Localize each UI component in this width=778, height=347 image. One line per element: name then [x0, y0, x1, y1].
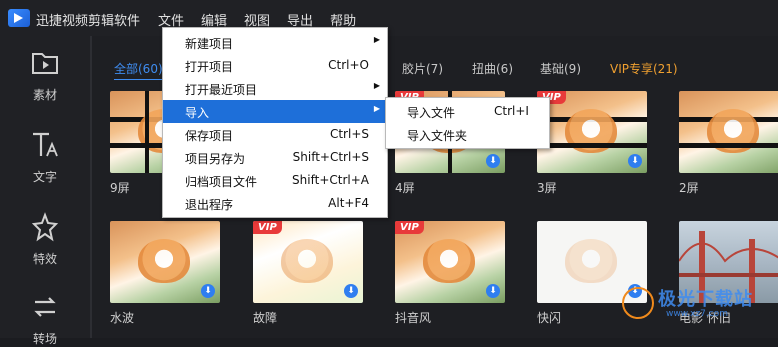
cat-image	[565, 239, 617, 283]
download-icon[interactable]: ⬇	[486, 154, 500, 168]
sidebar-label-transitions: 转场	[32, 332, 57, 346]
menu-item-label: 导入	[185, 106, 210, 120]
submenu-arrow-icon: ▶	[373, 35, 380, 44]
menu-item-label: 新建项目	[185, 37, 234, 51]
watermark-url: www.xz7.com	[666, 309, 728, 319]
tab-all[interactable]: 全部(60)	[114, 60, 163, 80]
menu-item-exit[interactable]: 退出程序 Alt+F4	[163, 192, 387, 215]
sidebar-label-media: 素材	[32, 88, 57, 102]
menu-item-save-as[interactable]: 项目另存为 Shift+Ctrl+S	[163, 146, 387, 169]
menu-item-open-recent[interactable]: 打开最近项目 ▶	[163, 77, 387, 100]
effect-thumbnail: ⬇	[110, 221, 220, 303]
sidebar-item-media[interactable]: 素材	[0, 48, 90, 103]
menu-item-shortcut: Shift+Ctrl+S	[292, 150, 369, 164]
tab-distort[interactable]: 扭曲(6)	[472, 60, 513, 77]
vip-badge: VIP	[395, 221, 424, 234]
menu-item-archive[interactable]: 归档项目文件 Shift+Ctrl+A	[163, 169, 387, 192]
sidebar-label-text: 文字	[32, 170, 57, 184]
submenu-item-shortcut: Ctrl+I	[494, 104, 529, 118]
effect-card-tiktok[interactable]: VIP ⬇ 抖音风	[395, 221, 505, 326]
cat-image	[281, 239, 333, 283]
effect-thumbnail: VIP ⬇	[253, 221, 363, 303]
watermark-logo-icon	[622, 287, 654, 319]
effect-label: 4屏	[395, 181, 415, 195]
submenu-arrow-icon: ▶	[373, 81, 380, 90]
menu-item-shortcut: Shift+Ctrl+A	[292, 173, 369, 187]
sidebar-item-text[interactable]: 文字	[0, 130, 90, 185]
submenu-item-import-folder[interactable]: 导入文件夹	[386, 122, 549, 145]
menu-item-label: 打开项目	[185, 60, 234, 74]
transition-icon	[34, 297, 56, 317]
file-menu-dropdown: 新建项目 ▶ 打开项目 Ctrl+O 打开最近项目 ▶ 导入 ▶ 保存项目 Ct…	[162, 27, 388, 218]
effect-card-ripple[interactable]: ⬇ 水波	[110, 221, 220, 326]
menu-item-new-project[interactable]: 新建项目 ▶	[163, 31, 387, 54]
sidebar-item-transitions[interactable]: 转场	[0, 292, 90, 347]
submenu-arrow-icon: ▶	[373, 104, 380, 113]
sidebar: 素材 文字 特效 转场	[0, 36, 90, 346]
effect-card-glitch[interactable]: VIP ⬇ 故障	[253, 221, 363, 326]
menu-item-label: 归档项目文件	[185, 175, 258, 189]
effect-label: 抖音风	[395, 311, 432, 325]
menu-item-shortcut: Ctrl+S	[329, 127, 369, 141]
menu-item-label: 退出程序	[185, 198, 234, 212]
watermark-text: 极光下载站	[658, 289, 753, 310]
effect-label: 水波	[110, 311, 135, 325]
effect-card-3screen[interactable]: VIP ⬇ 3屏	[537, 91, 647, 196]
effect-label: 故障	[253, 311, 278, 325]
sidebar-label-effects: 特效	[32, 252, 57, 266]
cat-image	[138, 239, 190, 283]
menu-item-label: 保存项目	[185, 129, 234, 143]
app-logo-icon	[8, 9, 30, 27]
text-icon	[33, 132, 58, 157]
split-line	[145, 91, 149, 173]
tab-vip[interactable]: VIP专享(21)	[610, 60, 678, 77]
submenu-item-label: 导入文件	[407, 106, 456, 120]
tab-basic[interactable]: 基础(9)	[540, 60, 581, 77]
download-icon[interactable]: ⬇	[628, 154, 642, 168]
tab-film[interactable]: 胶片(7)	[402, 60, 443, 77]
menu-item-label: 项目另存为	[185, 152, 246, 166]
title-bar: 迅捷视频剪辑软件 文件 编辑 视图 导出 帮助	[0, 0, 778, 36]
cat-image	[565, 109, 617, 153]
effect-thumbnail: VIP ⬇	[537, 91, 647, 173]
site-watermark: 极光下载站 www.xz7.com	[622, 285, 772, 325]
menu-item-open-project[interactable]: 打开项目 Ctrl+O	[163, 54, 387, 77]
download-icon[interactable]: ⬇	[486, 284, 500, 298]
import-submenu: 导入文件 Ctrl+I 导入文件夹	[385, 97, 550, 149]
folder-icon	[32, 53, 58, 74]
cat-image	[423, 239, 475, 283]
menu-item-shortcut: Alt+F4	[328, 196, 369, 210]
effect-label: 2屏	[679, 181, 699, 195]
effect-card-2screen[interactable]: 2屏	[679, 91, 778, 196]
effect-thumbnail	[679, 91, 778, 173]
menu-item-save-project[interactable]: 保存项目 Ctrl+S	[163, 123, 387, 146]
menu-item-label: 打开最近项目	[185, 83, 258, 97]
cat-image	[707, 109, 759, 153]
vip-badge: VIP	[253, 221, 282, 234]
sparkle-icon	[31, 212, 59, 242]
sidebar-item-effects[interactable]: 特效	[0, 212, 90, 267]
effect-thumbnail: VIP ⬇	[395, 221, 505, 303]
menu-item-shortcut: Ctrl+O	[328, 58, 369, 72]
download-icon[interactable]: ⬇	[201, 284, 215, 298]
app-title: 迅捷视频剪辑软件	[36, 14, 141, 29]
download-icon[interactable]: ⬇	[344, 284, 358, 298]
menu-item-import[interactable]: 导入 ▶	[163, 100, 387, 123]
submenu-item-import-file[interactable]: 导入文件 Ctrl+I	[386, 99, 549, 122]
submenu-item-label: 导入文件夹	[407, 129, 468, 143]
effect-label: 3屏	[537, 181, 557, 195]
